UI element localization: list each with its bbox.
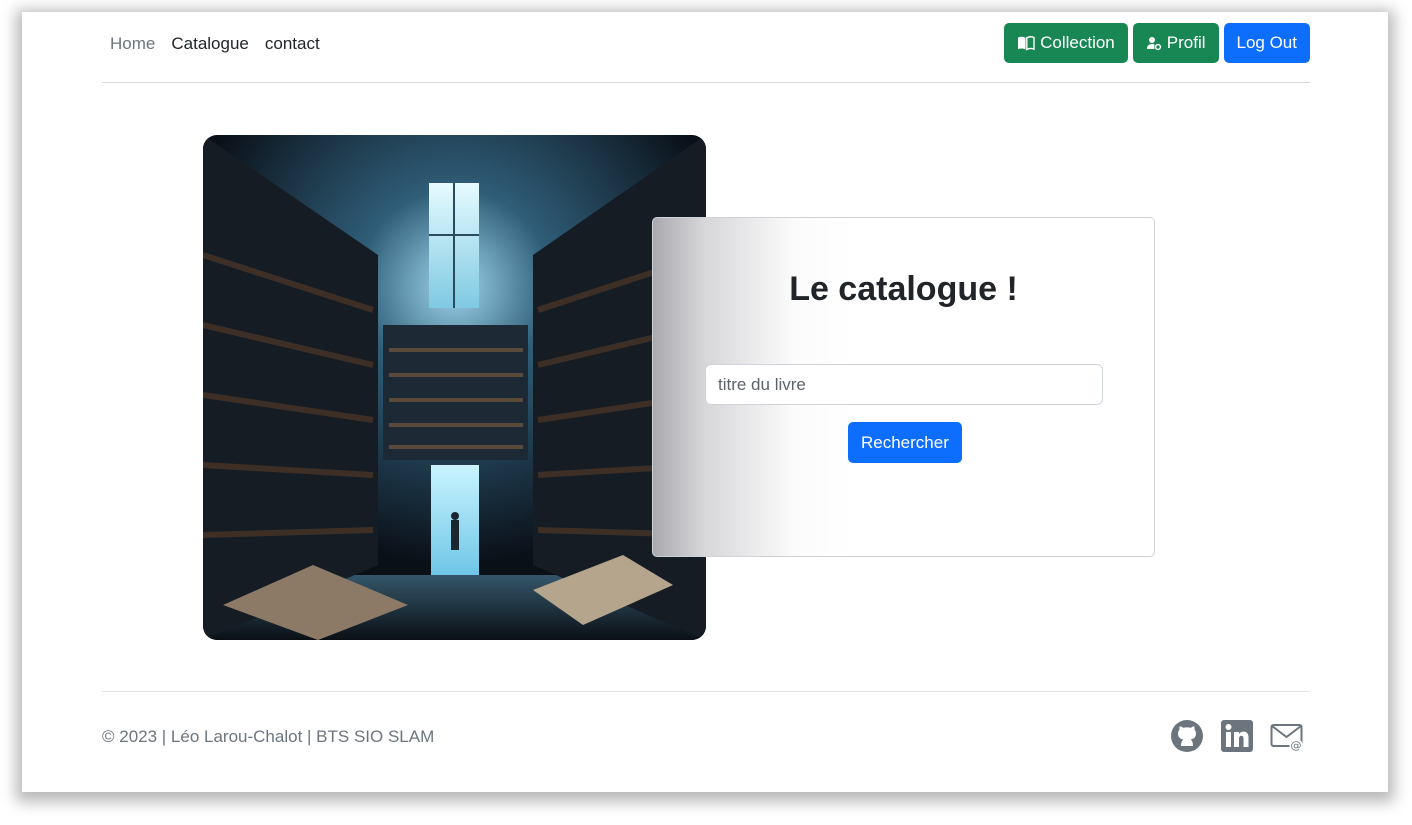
collection-button[interactable]: Collection xyxy=(1004,23,1128,63)
footer: © 2023 | Léo Larou-Chalot | BTS SIO SLAM… xyxy=(102,691,1310,772)
nav-link-home[interactable]: Home xyxy=(102,34,163,54)
book-icon xyxy=(1017,35,1035,51)
nav-actions: Collection Profil Log Out xyxy=(1004,23,1310,63)
library-illustration xyxy=(203,135,706,640)
logout-button[interactable]: Log Out xyxy=(1223,23,1310,63)
search-input[interactable] xyxy=(705,364,1103,405)
nav-links: Home Catalogue contact xyxy=(102,20,328,67)
page-title: Le catalogue ! xyxy=(789,270,1018,308)
collection-label: Collection xyxy=(1040,33,1115,52)
svg-text:@: @ xyxy=(1291,739,1302,752)
linkedin-icon[interactable] xyxy=(1220,719,1254,753)
user-gear-icon xyxy=(1146,35,1162,51)
social-links: @ xyxy=(1170,719,1304,753)
nav-link-contact[interactable]: contact xyxy=(257,34,328,54)
email-icon[interactable]: @ xyxy=(1270,719,1304,753)
footer-copyright: © 2023 | Léo Larou-Chalot | BTS SIO SLAM xyxy=(102,727,435,746)
catalogue-card: Le catalogue ! Rechercher xyxy=(652,217,1155,557)
profil-label: Profil xyxy=(1166,33,1206,52)
github-icon[interactable] xyxy=(1170,719,1204,753)
search-button[interactable]: Rechercher xyxy=(848,422,962,463)
nav-link-catalogue[interactable]: Catalogue xyxy=(163,34,257,54)
profil-button[interactable]: Profil xyxy=(1132,23,1219,63)
navbar: Home Catalogue contact Collection Profil xyxy=(102,20,1310,83)
